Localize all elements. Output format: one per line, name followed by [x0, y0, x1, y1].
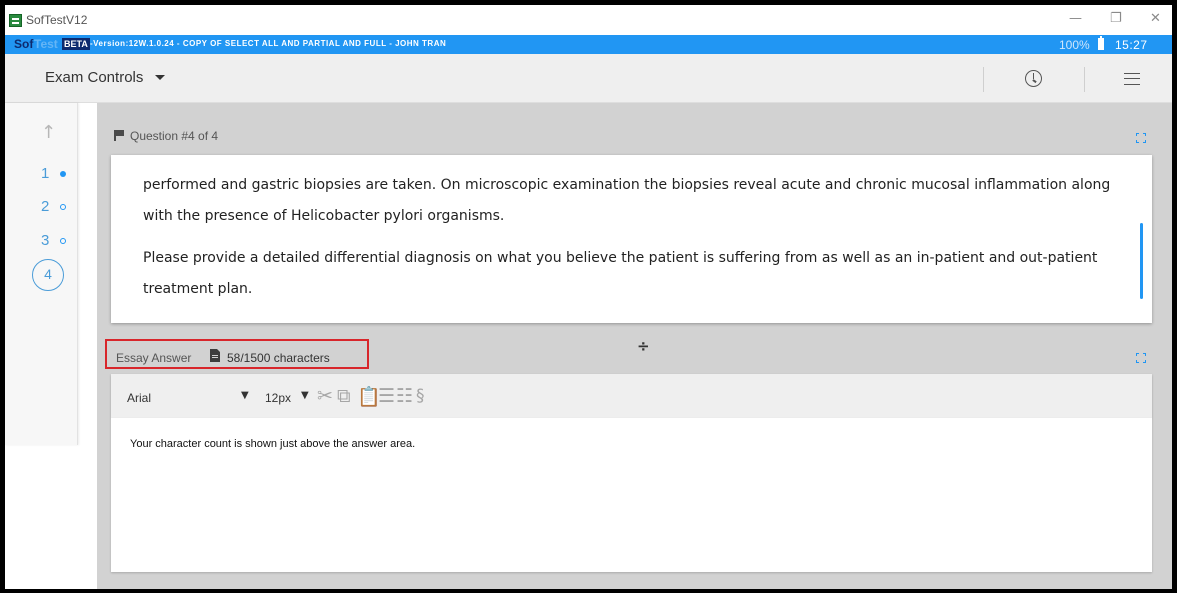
essay-answer-label: Essay Answer	[116, 351, 192, 365]
expand-essay-icon[interactable]	[1136, 353, 1146, 363]
nav-question-4-current[interactable]: 4	[32, 259, 64, 291]
font-family-select[interactable]: Arial	[127, 391, 151, 405]
exam-controls-dropdown[interactable]: Exam Controls	[45, 69, 143, 86]
window-title: SofTestV12	[26, 13, 88, 27]
info-bar: Sof Test BETA -Version:12W.1.0.24 - COPY…	[5, 35, 1172, 54]
nav-question-3[interactable]: 3	[41, 232, 49, 249]
main-content: Question #4 of 4 performed and gastric b…	[97, 103, 1172, 589]
font-size-select[interactable]: 12px	[265, 391, 291, 405]
arrow-up-icon[interactable]: ↑	[41, 122, 56, 143]
answer-text[interactable]: Your character count is shown just above…	[130, 438, 415, 450]
character-count: 58/1500 characters	[227, 351, 330, 365]
document-icon	[210, 349, 220, 362]
bullet-list-icon[interactable]: ☰	[378, 385, 395, 407]
caret-down-icon[interactable]: ▼	[301, 390, 309, 401]
question-paragraph: Please provide a detailed differential d…	[143, 250, 1098, 297]
cut-icon[interactable]: ✂	[317, 385, 333, 407]
numbered-list-icon[interactable]: ☷	[396, 385, 413, 407]
minimize-button[interactable]: —	[1069, 11, 1082, 26]
toolbar-divider	[983, 67, 984, 92]
question-card: performed and gastric biopsies are taken…	[111, 155, 1152, 323]
app-icon	[9, 14, 22, 27]
battery-percentage: 100%	[1059, 38, 1090, 52]
essay-answer-editor[interactable]: Your character count is shown just above…	[111, 418, 1152, 572]
maximize-button[interactable]: ❐	[1110, 11, 1122, 26]
nav-question-2[interactable]: 2	[41, 198, 49, 215]
editor-toolbar: Arial ▼ 12px ▼ ✂ ⧉ 📋 ☰ ☷ §	[111, 374, 1152, 418]
brand-logo-sof: Sof	[14, 37, 34, 51]
unanswered-dot-icon	[60, 204, 66, 210]
menu-icon[interactable]	[1124, 73, 1140, 85]
question-navigator: ↑ 1 2 3 4	[5, 103, 78, 445]
close-button[interactable]: ✕	[1150, 11, 1161, 26]
clock-icon[interactable]	[1025, 70, 1042, 87]
caret-down-icon[interactable]: ▼	[241, 390, 249, 401]
beta-badge: BETA	[62, 38, 90, 50]
answered-dot-icon	[60, 171, 66, 177]
clock-time: 15:27	[1115, 38, 1148, 52]
app-window: SofTestV12 — ❐ ✕ Sof Test BETA -Version:…	[5, 5, 1172, 589]
title-bar: SofTestV12 — ❐ ✕	[5, 5, 1172, 35]
version-text: -Version:12W.1.0.24 - COPY OF SELECT ALL…	[90, 39, 447, 48]
nav-question-1[interactable]: 1	[41, 165, 49, 182]
question-header: Question #4 of 4	[130, 129, 219, 143]
exam-toolbar: Exam Controls	[5, 54, 1172, 103]
brand-logo-test: Test	[34, 37, 58, 51]
caret-down-icon[interactable]	[155, 75, 165, 80]
unanswered-dot-icon	[60, 238, 66, 244]
copy-icon[interactable]: ⧉	[337, 385, 351, 407]
expand-question-icon[interactable]	[1136, 133, 1146, 143]
battery-icon	[1098, 36, 1104, 50]
question-scrollbar[interactable]	[1140, 223, 1143, 299]
flag-icon[interactable]	[114, 130, 124, 141]
toolbar-divider	[1084, 67, 1085, 92]
special-character-icon[interactable]: §	[416, 386, 425, 406]
question-paragraph: performed and gastric biopsies are taken…	[143, 177, 1111, 224]
split-resize-handle-icon[interactable]: ÷	[637, 337, 650, 355]
